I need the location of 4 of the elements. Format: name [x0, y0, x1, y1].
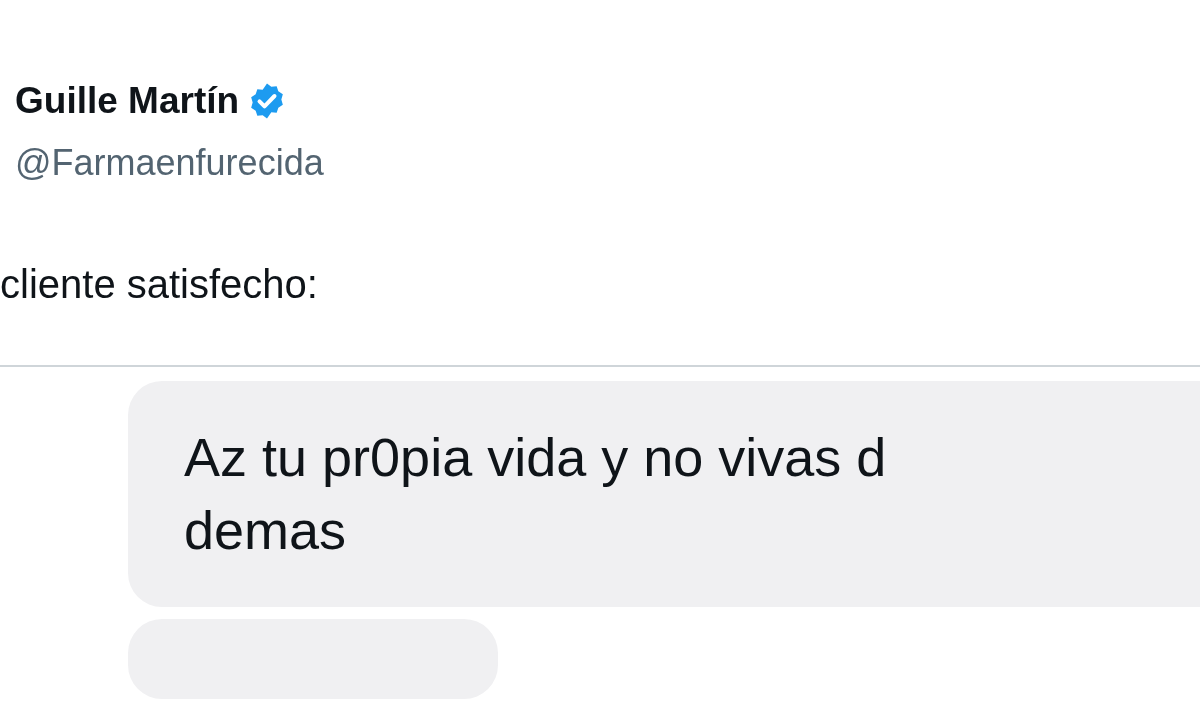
message-bubble: Az tu pr0pia vida y no vivas d demas [128, 381, 1200, 607]
author-name: Guille Martín [15, 80, 240, 122]
author-handle: @Farmaenfurecida [15, 142, 325, 184]
tweet-text: cliente satisfecho: [0, 262, 319, 307]
